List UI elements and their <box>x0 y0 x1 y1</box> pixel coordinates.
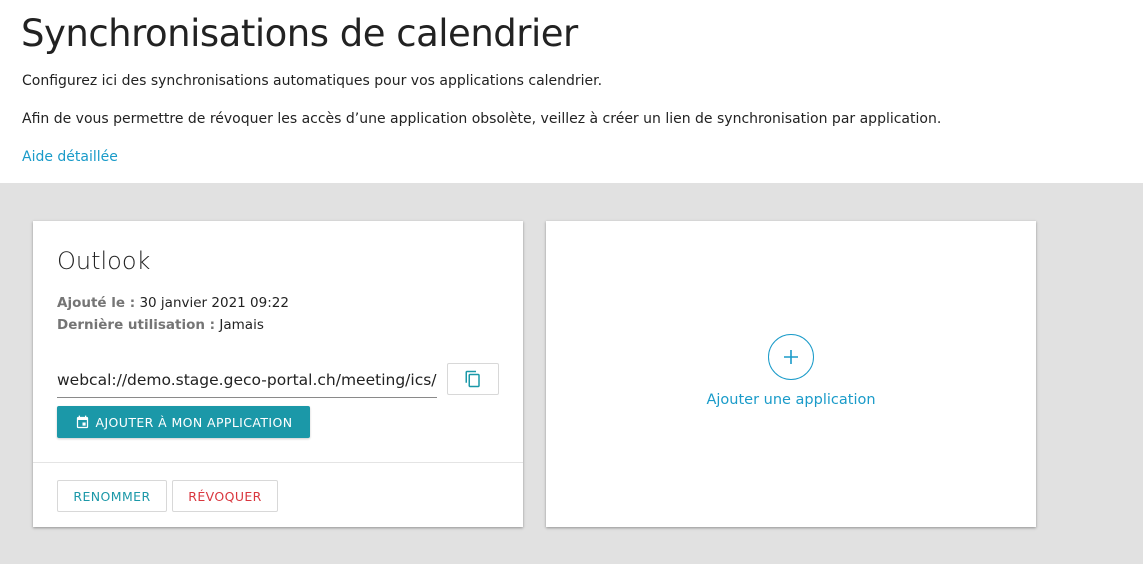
sync-url-field[interactable] <box>57 361 437 398</box>
rename-button[interactable]: RENOMMER <box>57 480 167 512</box>
intro-text-2: Afin de vous permettre de révoquer les a… <box>22 111 942 127</box>
last-used-value: Jamais <box>219 317 264 333</box>
added-date-row: Ajouté le : 30 janvier 2021 09:22 <box>57 295 289 311</box>
sync-card-title: Outlook <box>57 247 151 275</box>
card-divider <box>33 462 523 463</box>
add-to-my-application-button[interactable]: AJOUTER À MON APPLICATION <box>57 406 310 438</box>
last-used-row: Dernière utilisation : Jamais <box>57 317 264 333</box>
copy-icon <box>464 370 482 388</box>
calendar-event-icon <box>75 415 90 430</box>
last-used-label: Dernière utilisation : <box>57 317 216 333</box>
intro-text-1: Configurez ici des synchronisations auto… <box>22 73 603 89</box>
plus-icon <box>768 334 814 380</box>
added-date-label: Ajouté le : <box>57 295 136 311</box>
copy-url-button[interactable] <box>447 363 499 395</box>
help-link[interactable]: Aide détaillée <box>22 149 118 165</box>
revoke-button[interactable]: RÉVOQUER <box>172 480 278 512</box>
added-date-value: 30 janvier 2021 09:22 <box>139 295 289 311</box>
page-title: Synchronisations de calendrier <box>21 12 578 55</box>
add-application-card[interactable]: Ajouter une application <box>546 221 1036 527</box>
sync-cards-area: Outlook Ajouté le : 30 janvier 2021 09:2… <box>0 183 1143 564</box>
sync-card-outlook: Outlook Ajouté le : 30 janvier 2021 09:2… <box>33 221 523 527</box>
add-application-label: Ajouter une application <box>706 392 876 408</box>
add-to-my-application-label: AJOUTER À MON APPLICATION <box>95 414 293 430</box>
page-header: Synchronisations de calendrier Configure… <box>0 0 1143 183</box>
